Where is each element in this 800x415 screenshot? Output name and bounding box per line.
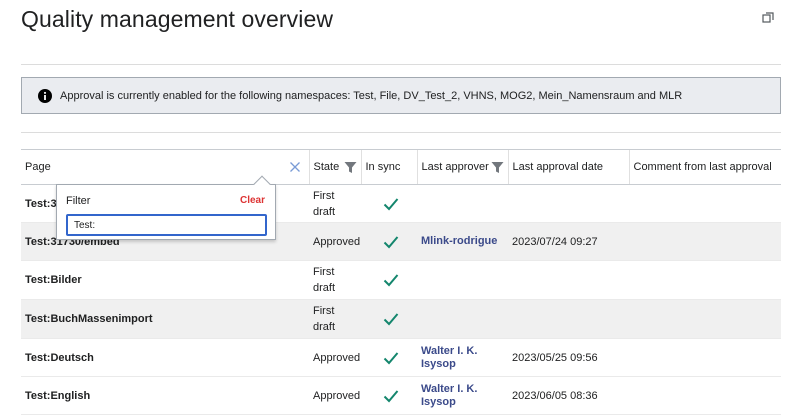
- page-name[interactable]: Test:English: [25, 390, 90, 402]
- page-title: Quality management overview: [21, 6, 334, 32]
- state-text: First draft: [313, 189, 336, 218]
- check-icon: [383, 351, 399, 364]
- page-name[interactable]: Test:Deutsch: [25, 352, 94, 364]
- state-text: Approved: [313, 351, 361, 364]
- filter-icon[interactable]: [344, 161, 357, 174]
- filter-input[interactable]: [66, 214, 267, 236]
- column-header-state[interactable]: State: [308, 149, 361, 185]
- state-text: Approved: [313, 235, 361, 248]
- close-icon[interactable]: [289, 161, 301, 173]
- state-text: First draft: [313, 305, 336, 333]
- column-label-approver: Last approver: [421, 161, 489, 173]
- table-row[interactable]: Test:Deutsch Approved Walter I. K. Isyso…: [21, 338, 781, 377]
- column-label-date: Last approval date: [512, 161, 604, 173]
- column-header-approver[interactable]: Last approver: [416, 149, 508, 185]
- state-text: Approved: [313, 389, 361, 402]
- column-label-page: Page: [25, 161, 51, 173]
- approval-date: 2023/05/25 09:56: [512, 351, 598, 364]
- approver-link[interactable]: Walter I. K. Isysop: [421, 345, 504, 371]
- table-row[interactable]: Test:BuchMassenimport First draft: [21, 299, 781, 339]
- column-header-comment[interactable]: Comment from last approval: [628, 149, 781, 185]
- column-label-state: State: [313, 161, 340, 173]
- state-text: First draft: [313, 266, 336, 294]
- divider-top: [21, 64, 781, 65]
- approver-link[interactable]: Mlink-rodrigue: [421, 235, 504, 248]
- divider-bottom: [21, 132, 781, 133]
- check-icon: [383, 274, 399, 287]
- page-name[interactable]: Test:BuchMassenimport: [25, 313, 153, 325]
- approval-notice: Approval is currently enabled for the fo…: [21, 77, 781, 114]
- check-icon: [383, 197, 399, 210]
- page-name[interactable]: Test:Bilder: [25, 274, 82, 286]
- filter-clear-button[interactable]: Clear: [240, 195, 265, 206]
- expand-icon[interactable]: [762, 12, 774, 24]
- column-label-comment: Comment from last approval: [633, 161, 772, 173]
- column-header-sync[interactable]: In sync: [360, 149, 417, 185]
- filter-label: Filter: [66, 195, 91, 207]
- check-icon: [383, 389, 399, 402]
- approval-date: 2023/06/05 08:36: [512, 389, 598, 402]
- column-label-sync: In sync: [365, 161, 401, 173]
- filter-popup: Filter Clear: [56, 175, 276, 240]
- column-header-date[interactable]: Last approval date: [507, 149, 629, 185]
- check-icon: [383, 235, 399, 248]
- approval-date: 2023/07/24 09:27: [512, 235, 598, 248]
- approver-link[interactable]: Walter I. K. Isysop: [421, 383, 504, 409]
- table-row[interactable]: Test:Bilder First draft: [21, 260, 781, 300]
- info-icon: [38, 88, 52, 103]
- notice-text: Approval is currently enabled for the fo…: [60, 89, 683, 102]
- check-icon: [383, 313, 399, 326]
- filter-icon[interactable]: [491, 161, 504, 174]
- table-row[interactable]: Test:English Approved Walter I. K. Isyso…: [21, 376, 781, 415]
